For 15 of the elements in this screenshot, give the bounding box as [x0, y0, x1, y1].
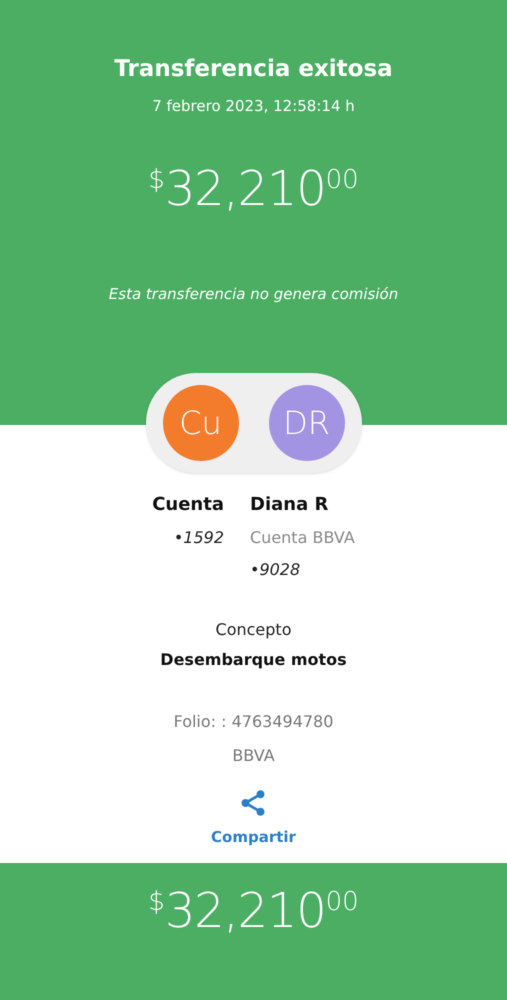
party-detail: •1592 — [174, 527, 224, 549]
avatar: Cu — [162, 385, 238, 461]
concept-value: Desembarque motos — [160, 649, 347, 671]
party-detail: •9028 — [250, 559, 300, 581]
party-name: Diana R — [250, 493, 328, 517]
share-button[interactable]: Compartir — [211, 788, 296, 848]
party-detail: Cuenta BBVA — [250, 527, 355, 549]
title: Transferencia exitosa — [114, 55, 393, 84]
concept-label: Concepto — [216, 619, 292, 641]
party-name: Cuenta — [152, 493, 224, 517]
bank-name: BBVA — [232, 745, 275, 767]
date-time: 7 febrero 2023, 12:58:14 h — [152, 96, 355, 116]
commission-note: Esta transferencia no genera comisión — [108, 284, 398, 305]
folio: Folio: : 4763494780 — [174, 711, 334, 733]
avatar: DR — [268, 385, 344, 461]
